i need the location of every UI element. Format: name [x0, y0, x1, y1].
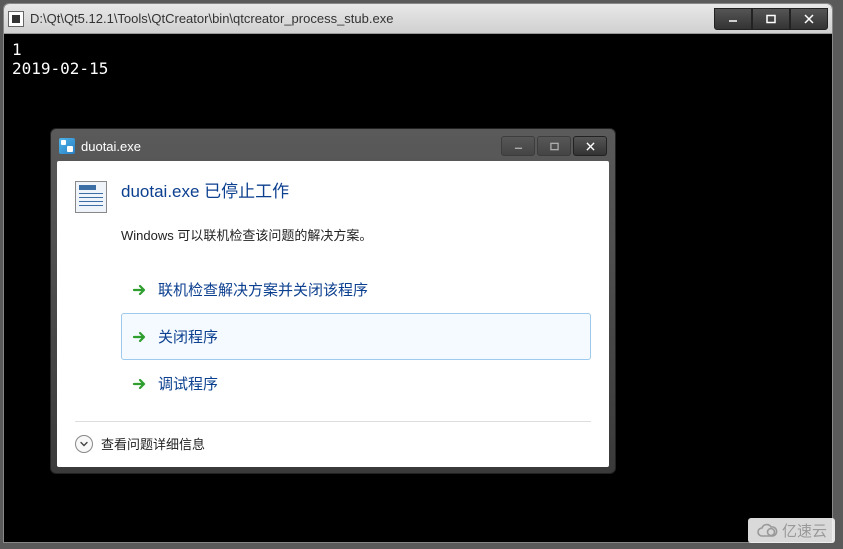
action-list: 联机检查解决方案并关闭该程序 关闭程序 调试程序 — [121, 266, 591, 407]
dialog-minimize-button — [501, 136, 535, 156]
chevron-down-icon — [75, 435, 93, 453]
console-title: D:\Qt\Qt5.12.1\Tools\QtCreator\bin\qtcre… — [30, 11, 714, 26]
details-label: 查看问题详细信息 — [101, 434, 205, 453]
dialog-title: duotai.exe — [81, 139, 501, 154]
watermark-text: 亿速云 — [782, 520, 827, 541]
cloud-icon — [756, 523, 778, 539]
dialog-maximize-button — [537, 136, 571, 156]
dialog-titlebar[interactable]: duotai.exe — [57, 135, 609, 161]
dialog-app-icon — [59, 138, 75, 154]
maximize-button[interactable] — [752, 8, 790, 30]
action-label: 联机检查解决方案并关闭该程序 — [158, 279, 368, 300]
close-button[interactable] — [790, 8, 828, 30]
action-label: 调试程序 — [158, 373, 218, 394]
error-heading: duotai.exe 已停止工作 — [121, 181, 289, 203]
app-terminal-icon — [8, 11, 24, 27]
window-controls — [714, 8, 828, 30]
action-check-online[interactable]: 联机检查解决方案并关闭该程序 — [121, 266, 591, 313]
action-close-program[interactable]: 关闭程序 — [121, 313, 591, 360]
watermark: 亿速云 — [748, 518, 835, 543]
error-subtext: Windows 可以联机检查该问题的解决方案。 — [121, 225, 591, 244]
minimize-button[interactable] — [714, 8, 752, 30]
crashed-app-icon — [75, 181, 107, 213]
console-output: 1 2019-02-15 — [4, 34, 832, 84]
dialog-window-controls — [501, 136, 607, 156]
arrow-right-icon — [132, 282, 148, 298]
action-debug-program[interactable]: 调试程序 — [121, 360, 591, 407]
action-label: 关闭程序 — [158, 326, 218, 347]
dialog-close-button[interactable] — [573, 136, 607, 156]
console-titlebar[interactable]: D:\Qt\Qt5.12.1\Tools\QtCreator\bin\qtcre… — [4, 4, 832, 34]
dialog-header: duotai.exe 已停止工作 — [75, 181, 591, 213]
arrow-right-icon — [132, 376, 148, 392]
console-line: 2019-02-15 — [12, 59, 824, 78]
view-details-toggle[interactable]: 查看问题详细信息 — [75, 421, 591, 453]
error-dialog: duotai.exe duotai.exe 已停止工作 Windows 可以联机… — [50, 128, 616, 474]
arrow-right-icon — [132, 329, 148, 345]
dialog-body: duotai.exe 已停止工作 Windows 可以联机检查该问题的解决方案。… — [57, 161, 609, 467]
console-line: 1 — [12, 40, 824, 59]
